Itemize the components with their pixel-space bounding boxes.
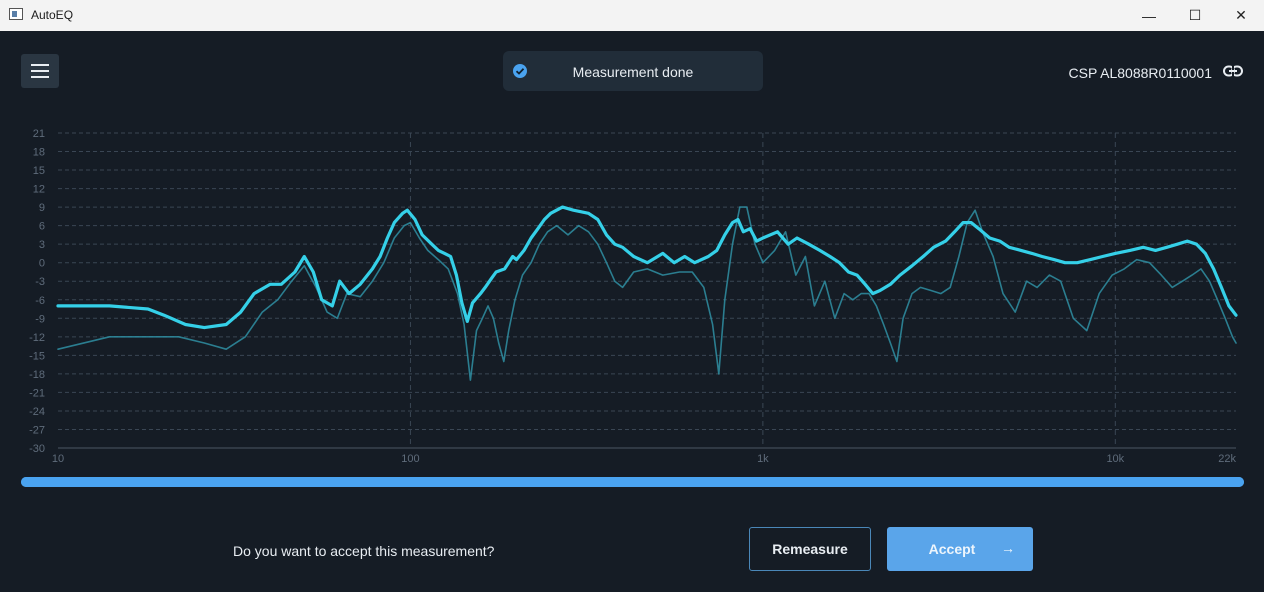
status-banner: Measurement done [503,51,763,91]
link-icon[interactable] [1223,64,1243,78]
y-tick-label: 9 [39,202,45,214]
x-tick-label: 22k [1218,453,1236,465]
individual-response-line [57,206,1237,381]
main-area: Measurement done CSP AL8088R0110001 21 18… [0,31,1264,592]
progress-fill [21,477,1244,487]
chart-series [56,205,1238,381]
accept-question: Do you want to accept this measurement? [233,543,495,559]
minimize-button[interactable]: — [1126,0,1172,31]
y-tick-label: 21 [33,128,45,140]
x-tick-label: 1k [757,453,769,465]
app-icon [9,8,23,20]
progress-bar [21,477,1244,487]
y-tick-label: -21 [29,387,45,399]
remeasure-button[interactable]: Remeasure [749,527,871,571]
y-tick-label: 0 [39,258,45,270]
chart-grid [58,132,1236,449]
arrow-right-icon: → [1001,540,1015,556]
y-tick-label: -3 [35,276,45,288]
x-tick-label: 10 [52,453,64,465]
close-button[interactable]: ✕ [1218,0,1264,31]
y-tick-label: 12 [33,184,45,196]
y-tick-label: 18 [33,147,45,159]
y-tick-label: 6 [39,221,45,233]
chart-y-ticks: 21 18 15 12 9 6 3 0 -3 -6 -9 -12 -15 -18 -21 -24 -27 -30 [29,128,45,455]
y-tick-label: -6 [35,295,45,307]
maximize-button[interactable]: ☐ [1172,0,1218,31]
y-tick-label: -15 [29,350,45,362]
y-tick-label: -30 [29,443,45,455]
x-tick-label: 10k [1106,453,1124,465]
y-tick-label: -18 [29,369,45,381]
frequency-response-chart: 211815129630-3-6-9-12-15-18-21-24-27-30 … [29,128,1238,465]
y-tick-label: -9 [35,313,45,325]
menu-button[interactable] [21,54,59,88]
accept-button[interactable]: Accept → [887,527,1033,571]
y-tick-label: -24 [29,406,45,418]
window-titlebar: AutoEQ — ☐ ✕ [0,0,1264,31]
status-text: Measurement done [572,64,694,80]
hamburger-menu-icon [31,64,49,78]
device-name: CSP AL8088R0110001 [1068,65,1213,81]
chart-x-ticks: 10 100 1k 10k 22k [52,453,1237,465]
accept-button-label: Accept [928,541,976,557]
window-title: AutoEQ [31,8,74,22]
y-tick-label: 3 [39,239,45,251]
y-tick-label: 15 [33,165,45,177]
y-tick-label: -12 [29,332,45,344]
y-tick-label: -27 [29,424,45,436]
x-tick-label: 100 [401,453,419,465]
